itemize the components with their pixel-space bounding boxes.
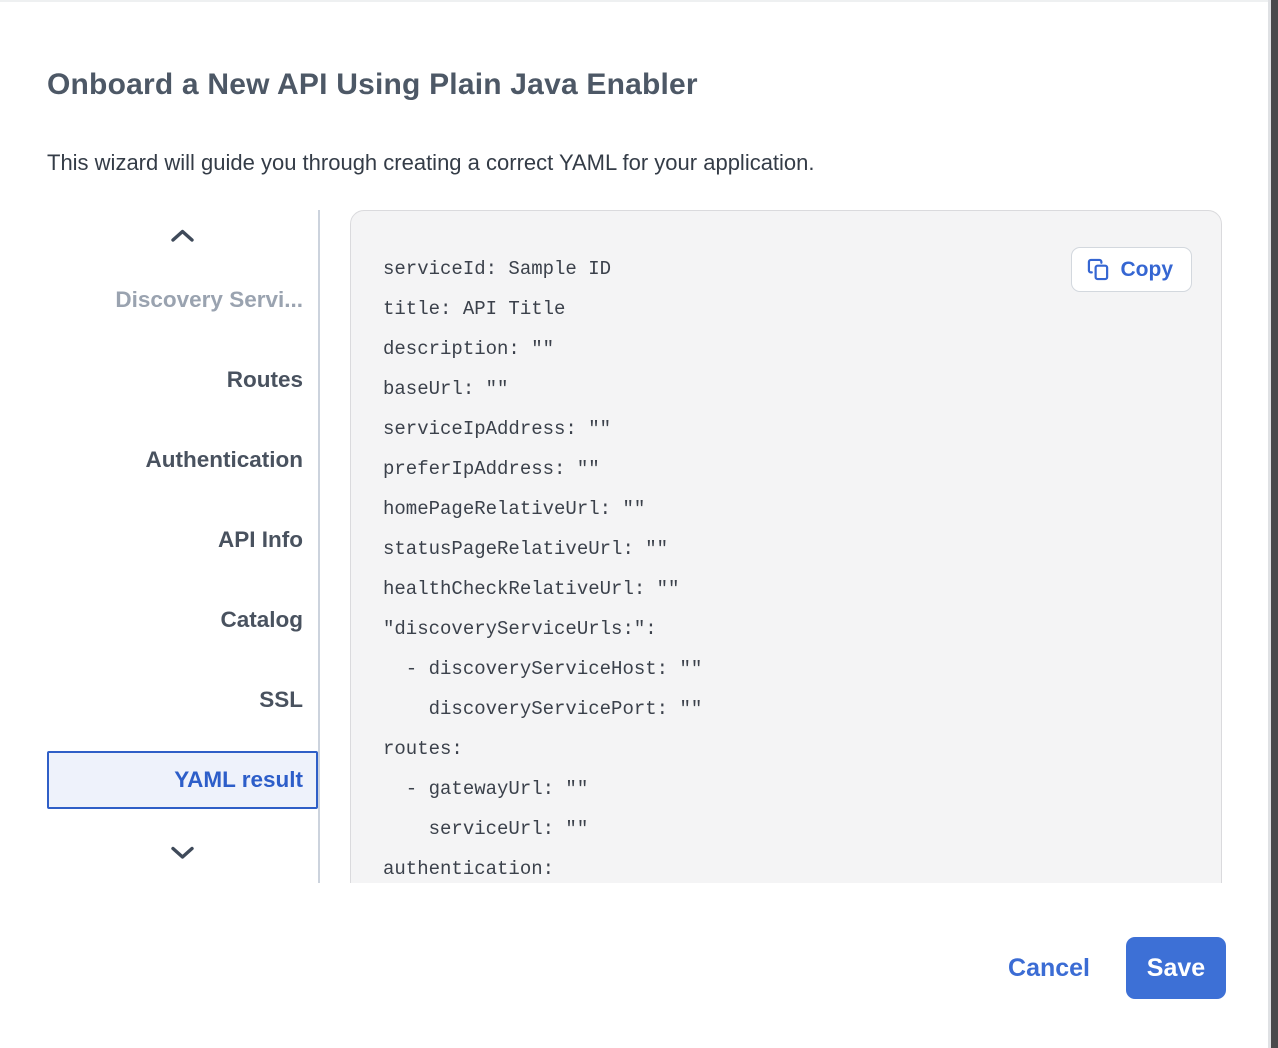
yaml-code-line: discoveryServicePort: ""	[383, 689, 1193, 729]
dialog-top-border	[0, 0, 1278, 2]
sidebar-item-authentication[interactable]: Authentication	[47, 420, 318, 500]
page-title: Onboard a New API Using Plain Java Enabl…	[47, 68, 698, 102]
sidebar-item-label: API Info	[218, 527, 303, 553]
yaml-code-line: routes:	[383, 729, 1193, 769]
yaml-code-line: authentication:	[383, 849, 1193, 883]
copy-button-label: Copy	[1121, 258, 1174, 282]
save-button[interactable]: Save	[1126, 937, 1226, 999]
sidebar-item-label: Discovery Servi...	[115, 287, 303, 313]
yaml-code-line: "discoveryServiceUrls:":	[383, 609, 1193, 649]
yaml-code-line: description: ""	[383, 329, 1193, 369]
sidebar-item-label: YAML result	[174, 767, 303, 793]
dialog-footer: Cancel Save	[1008, 937, 1226, 999]
copy-icon	[1087, 258, 1110, 281]
sidebar-item-label: SSL	[259, 687, 303, 713]
dialog-description: This wizard will guide you through creat…	[47, 150, 815, 176]
background-dark-strip	[1271, 0, 1278, 1048]
yaml-code-line: - discoveryServiceHost: ""	[383, 649, 1193, 689]
sidebar-item-label: Catalog	[220, 607, 303, 633]
chevron-up-icon	[169, 228, 196, 243]
copy-button[interactable]: Copy	[1071, 247, 1193, 292]
yaml-code-line: preferIpAddress: ""	[383, 449, 1193, 489]
yaml-code-block: serviceId: Sample IDtitle: API Titledesc…	[383, 249, 1193, 883]
sidebar-item-routes[interactable]: Routes	[47, 340, 318, 420]
sidebar-item-yaml-result[interactable]: YAML result	[47, 751, 318, 809]
nav-scroll-down-button[interactable]	[47, 820, 318, 883]
wizard-content: Discovery Servi... Routes Authentication…	[47, 210, 1222, 883]
yaml-code-line: statusPageRelativeUrl: ""	[383, 529, 1193, 569]
yaml-code-line: serviceUrl: ""	[383, 809, 1193, 849]
sidebar-item-ssl[interactable]: SSL	[47, 660, 318, 740]
chevron-down-icon	[169, 845, 196, 860]
yaml-code-line: baseUrl: ""	[383, 369, 1193, 409]
sidebar-item-api-info[interactable]: API Info	[47, 500, 318, 580]
cancel-button[interactable]: Cancel	[1008, 954, 1090, 983]
sidebar-item-label: Routes	[227, 367, 303, 393]
sidebar-item-discovery-service[interactable]: Discovery Servi...	[47, 260, 318, 340]
sidebar-item-label: Authentication	[146, 447, 304, 473]
yaml-code-line: serviceIpAddress: ""	[383, 409, 1193, 449]
yaml-code-line: - gatewayUrl: ""	[383, 769, 1193, 809]
yaml-code-line: homePageRelativeUrl: ""	[383, 489, 1193, 529]
yaml-code-line: healthCheckRelativeUrl: ""	[383, 569, 1193, 609]
yaml-preview-panel: serviceId: Sample IDtitle: API Titledesc…	[350, 210, 1222, 883]
yaml-code-line: title: API Title	[383, 289, 1193, 329]
wizard-steps-nav: Discovery Servi... Routes Authentication…	[47, 210, 320, 883]
nav-scroll-up-button[interactable]	[47, 210, 318, 260]
sidebar-item-catalog[interactable]: Catalog	[47, 580, 318, 660]
onboard-api-wizard-dialog: Onboard a New API Using Plain Java Enabl…	[0, 0, 1278, 1048]
